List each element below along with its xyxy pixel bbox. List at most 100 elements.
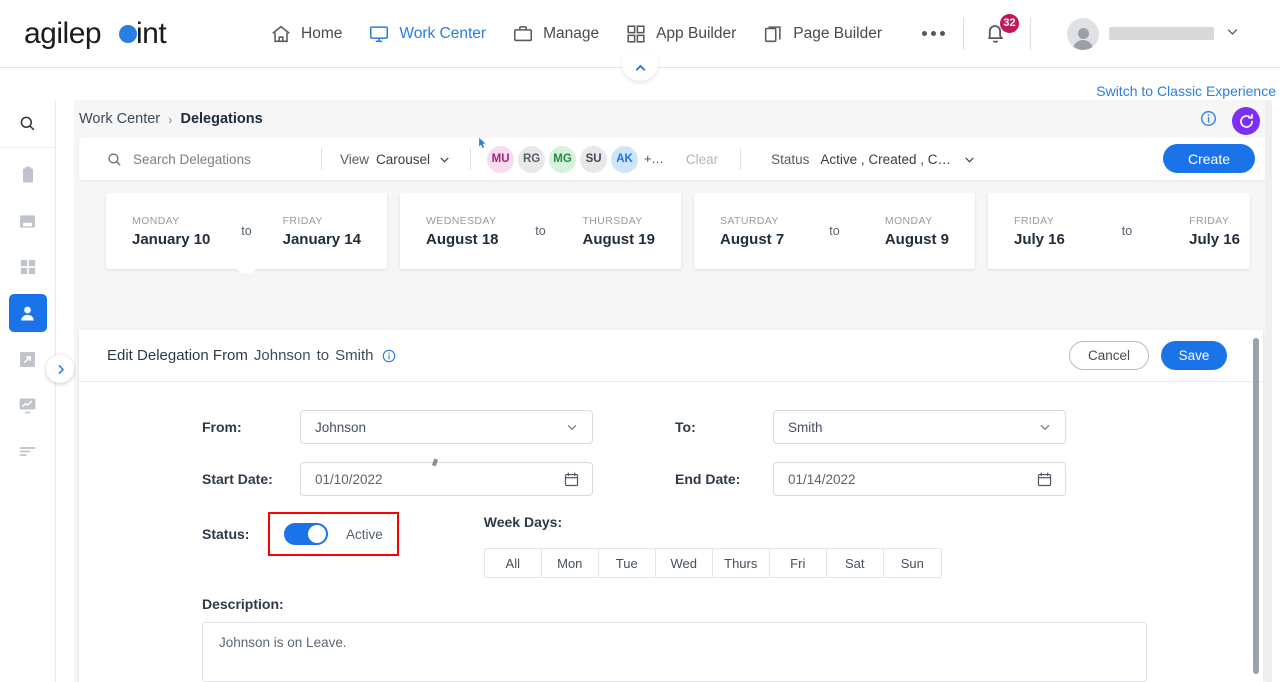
status-toggle-label: Active (346, 526, 383, 542)
from-select[interactable]: Johnson (300, 410, 593, 444)
end-date-input[interactable]: 01/14/2022 (773, 462, 1066, 496)
user-icon (21, 306, 34, 320)
sidebar-item-reports[interactable] (9, 386, 47, 424)
delegation-card[interactable]: MONDAY January 10 to FRIDAY January 14 (106, 193, 387, 269)
save-button[interactable]: Save (1161, 341, 1227, 370)
agilepoint-logo[interactable]: agilep int (24, 14, 174, 54)
start-date-input[interactable]: 01/10/2022 (300, 462, 593, 496)
card-end-date: August 19 (582, 230, 655, 248)
sidebar-item-inbox[interactable] (9, 202, 47, 240)
card-start: FRIDAY July 16 (1014, 215, 1065, 248)
sidebar-item-delegations[interactable] (8, 294, 47, 332)
panel-scrollbar[interactable] (1253, 338, 1259, 674)
sidebar-item-list[interactable] (9, 432, 47, 470)
main-content-area: Work Center › Delegations View (74, 100, 1272, 682)
chevron-down-icon (564, 419, 580, 435)
svg-text:int: int (136, 17, 167, 50)
dot (931, 31, 936, 36)
weekday-thurs[interactable]: Thurs (712, 549, 770, 577)
main-scrollbar-track[interactable] (1265, 100, 1272, 682)
nav-item-app-builder[interactable]: App Builder (625, 14, 736, 54)
info-icon[interactable] (1199, 109, 1218, 133)
weekday-sat[interactable]: Sat (826, 549, 884, 577)
weekday-mon[interactable]: Mon (541, 549, 599, 577)
user-chip[interactable]: MU (487, 145, 515, 173)
refresh-button[interactable] (1232, 107, 1260, 135)
card-start: WEDNESDAY August 18 (426, 215, 499, 248)
card-start-day: FRIDAY (1014, 214, 1055, 227)
to-select[interactable]: Smith (773, 410, 1066, 444)
from-field: From: Johnson (202, 410, 593, 444)
list-icon (19, 446, 36, 456)
sidebar-expand-button[interactable] (46, 355, 74, 383)
description-textarea[interactable]: Johnson is on Leave. (202, 622, 1147, 682)
user-chip-initials: RG (522, 153, 541, 165)
chevron-right-icon (57, 364, 64, 374)
notifications-button[interactable]: 32 (982, 13, 1019, 49)
switch-to-classic-link[interactable]: Switch to Classic Experience (1096, 83, 1276, 99)
weekday-all[interactable]: All (484, 549, 542, 577)
status-filter[interactable]: Status Active , Created , C… (771, 152, 977, 167)
form-row-users: From: Johnson To: Smith (79, 410, 1263, 444)
nav-label-page-builder: Page Builder (793, 24, 882, 42)
weekday-fri[interactable]: Fri (769, 549, 827, 577)
from-value: Johnson (315, 419, 367, 435)
pages-icon (762, 23, 784, 45)
weekday-wed[interactable]: Wed (655, 549, 713, 577)
card-to-label: to (829, 224, 840, 238)
delegation-card[interactable]: WEDNESDAY August 18 to THURSDAY August 1… (400, 193, 681, 269)
delegation-card[interactable]: FRIDAY July 16 to FRIDAY July 16 (988, 193, 1250, 269)
user-menu[interactable] (1067, 17, 1241, 50)
chevron-up-icon (635, 64, 645, 71)
weekday-tue[interactable]: Tue (598, 549, 656, 577)
edit-delegation-title: Edit Delegation From Johnson to Smith (107, 347, 397, 364)
card-start-date: August 18 (426, 230, 499, 248)
nav-item-page-builder[interactable]: Page Builder (762, 14, 882, 54)
view-value: Carousel (376, 151, 431, 167)
user-filter-chips: MU RG MG SU AK +… (471, 137, 664, 173)
search-input[interactable] (133, 151, 303, 167)
edit-delegation-form: From: Johnson To: Smith Start Date: 01/1… (79, 382, 1263, 682)
dot (940, 31, 945, 36)
nav-item-home[interactable]: Home (270, 14, 342, 54)
breadcrumb-root[interactable]: Work Center (79, 111, 160, 127)
view-selector[interactable]: View Carousel (322, 152, 470, 167)
nav-item-work-center[interactable]: Work Center (368, 14, 486, 54)
search-icon (20, 116, 35, 131)
create-button[interactable]: Create (1163, 144, 1255, 173)
weekday-sun[interactable]: Sun (883, 549, 941, 577)
more-users-button[interactable]: +… (644, 152, 664, 166)
delegation-card[interactable]: SATURDAY August 7 to MONDAY August 9 (694, 193, 975, 269)
status-toggle[interactable] (284, 523, 328, 545)
calendar-icon[interactable] (563, 471, 580, 488)
briefcase-icon (512, 23, 534, 45)
card-to-label: to (535, 224, 546, 238)
sidebar-item-apps[interactable] (9, 248, 47, 286)
info-icon[interactable] (381, 348, 397, 364)
user-chip[interactable]: AK (611, 145, 639, 173)
user-chip[interactable]: SU (580, 145, 608, 173)
user-chip-initials: MU (491, 153, 510, 165)
sidebar-item-tasks[interactable] (9, 156, 47, 194)
nav-item-manage[interactable]: Manage (512, 14, 599, 54)
calendar-icon[interactable] (1036, 471, 1053, 488)
nav-more-menu-button[interactable] (922, 31, 945, 36)
breadcrumb-separator: › (168, 111, 173, 127)
refresh-icon (1239, 113, 1253, 128)
card-start-date: August 7 (720, 230, 785, 248)
form-row-status-weekdays: Status: Active Week Days: All Mon Tue We… (79, 512, 1263, 578)
week-days-selector: All Mon Tue Wed Thurs Fri Sat Sun (483, 548, 942, 578)
breadcrumb-actions (1199, 107, 1260, 135)
card-end: MONDAY August 9 (885, 215, 949, 248)
clear-filters-button[interactable]: Clear (686, 152, 718, 167)
user-chip[interactable]: RG (518, 145, 546, 173)
delegations-toolbar: View Carousel MU RG MG SU AK +… Clear (79, 137, 1267, 180)
sidebar-item-search[interactable] (0, 100, 56, 148)
card-to-label: to (1121, 224, 1133, 238)
title-prefix: Edit Delegation From (107, 347, 248, 364)
sidebar-item-shared[interactable] (9, 340, 47, 378)
card-start: MONDAY January 10 (132, 215, 210, 248)
edit-delegation-panel: Edit Delegation From Johnson to Smith Ca… (79, 330, 1263, 682)
cancel-button[interactable]: Cancel (1069, 341, 1149, 370)
user-chip[interactable]: MG (549, 145, 577, 173)
